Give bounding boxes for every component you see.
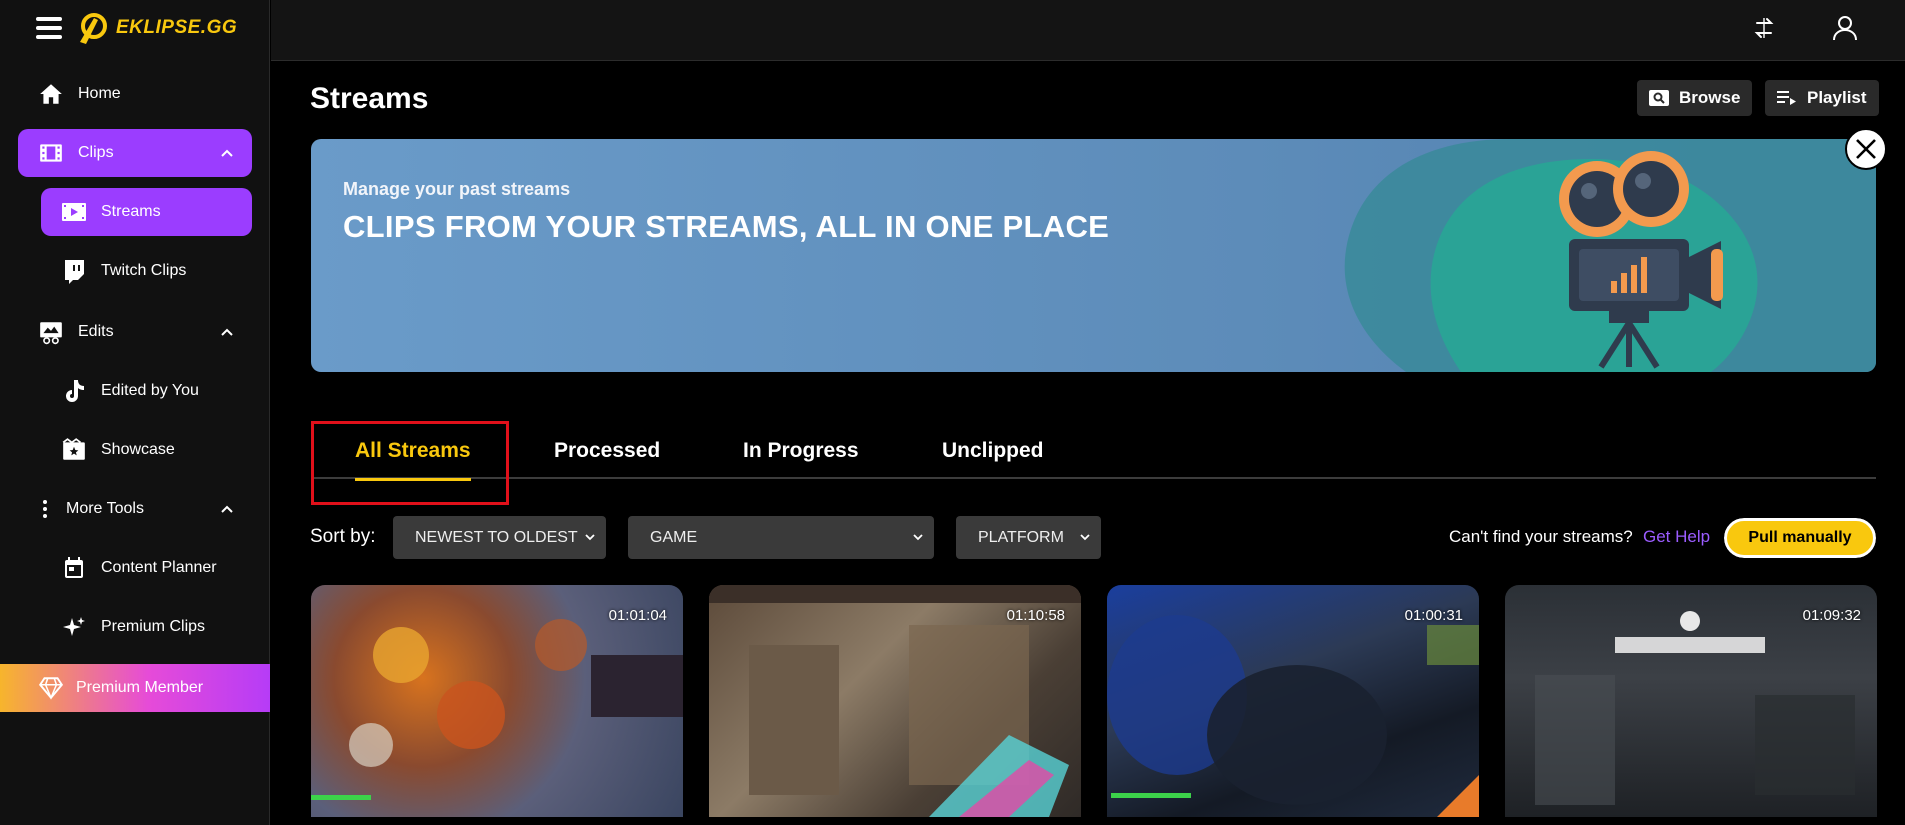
sort-order-value: NEWEST TO OLDEST xyxy=(415,528,578,546)
twitch-icon xyxy=(61,258,87,284)
sidebar-item-edited-by-you[interactable]: Edited by You xyxy=(41,367,252,415)
video-icon xyxy=(61,199,87,225)
sidebar: EKLIPSE.GG Home Clips Streams Twitch Cli… xyxy=(0,0,270,825)
chevron-up-icon[interactable] xyxy=(220,502,234,516)
close-banner-button[interactable] xyxy=(1845,128,1887,170)
more-vertical-icon xyxy=(38,496,52,522)
film-icon xyxy=(38,140,64,166)
sidebar-item-label: Premium Clips xyxy=(101,618,206,635)
sidebar-item-label: Edited by You xyxy=(101,382,199,399)
showcase-icon xyxy=(61,437,87,463)
stream-duration: 01:00:31 xyxy=(1404,607,1463,624)
sidebar-item-label: Edits xyxy=(78,323,114,340)
sidebar-item-label: Showcase xyxy=(101,441,175,458)
home-icon xyxy=(38,81,64,107)
browse-label: Browse xyxy=(1679,88,1741,107)
tab-in-progress[interactable]: In Progress xyxy=(743,422,859,479)
sidebar-item-label: Twitch Clips xyxy=(101,262,187,279)
premium-member-label: Premium Member xyxy=(76,679,204,696)
sidebar-item-twitch-clips[interactable]: Twitch Clips xyxy=(41,247,252,295)
stream-tabs: All Streams Processed In Progress Unclip… xyxy=(311,422,1876,481)
sidebar-item-edits[interactable]: Edits xyxy=(18,308,252,356)
game-value: GAME xyxy=(650,528,698,546)
logo-text: EKLIPSE.GG xyxy=(116,17,238,38)
help-text: Can't find your streams? xyxy=(1449,527,1633,546)
tiktok-icon xyxy=(61,378,87,404)
top-bar xyxy=(271,0,1905,61)
get-help-link[interactable]: Get Help xyxy=(1643,527,1710,547)
calendar-icon xyxy=(61,555,87,581)
sidebar-item-label: More Tools xyxy=(66,500,144,517)
tab-unclipped[interactable]: Unclipped xyxy=(942,422,1044,479)
tab-label: In Progress xyxy=(743,438,859,462)
sidebar-item-content-planner[interactable]: Content Planner xyxy=(41,544,252,592)
chevron-down-icon xyxy=(913,534,923,541)
chevron-up-icon[interactable] xyxy=(220,325,234,339)
stream-card[interactable]: 01:01:04 xyxy=(311,585,683,817)
sidebar-item-clips[interactable]: Clips xyxy=(18,129,252,177)
tab-label: Processed xyxy=(554,438,661,462)
pull-manually-button[interactable]: Pull manually xyxy=(1722,516,1878,560)
edit-icon xyxy=(38,319,64,345)
chevron-down-icon xyxy=(585,534,595,541)
browse-button[interactable]: Browse xyxy=(1637,80,1753,116)
search-icon xyxy=(1649,90,1669,106)
sidebar-item-label: Content Planner xyxy=(101,559,217,576)
logo-icon xyxy=(80,13,107,44)
stream-card[interactable]: 01:10:58 xyxy=(709,585,1081,817)
sidebar-item-showcase[interactable]: Showcase xyxy=(41,426,252,474)
banner-subtitle: Manage your past streams xyxy=(343,179,571,199)
platform-dropdown[interactable]: PLATFORM xyxy=(956,516,1101,559)
game-dropdown[interactable]: GAME xyxy=(628,516,934,559)
switch-account-icon[interactable] xyxy=(1749,13,1779,43)
playlist-button[interactable]: Playlist xyxy=(1765,80,1879,116)
selection-highlight-box xyxy=(311,421,509,505)
sort-order-dropdown[interactable]: NEWEST TO OLDEST xyxy=(393,516,606,559)
chevron-down-icon xyxy=(1080,534,1090,541)
stream-duration: 01:09:32 xyxy=(1802,607,1861,624)
banner-title: CLIPS FROM YOUR STREAMS, ALL IN ONE PLAC… xyxy=(343,209,1110,244)
sidebar-item-label: Home xyxy=(78,85,121,102)
sort-label: Sort by: xyxy=(310,526,376,547)
sidebar-item-home[interactable]: Home xyxy=(18,70,252,118)
stream-card[interactable]: 01:00:31 xyxy=(1107,585,1479,817)
close-icon xyxy=(1856,139,1876,159)
sidebar-item-label: Clips xyxy=(78,144,114,161)
playlist-icon xyxy=(1777,91,1796,105)
video-camera-icon xyxy=(1559,151,1723,369)
hamburger-menu-icon[interactable] xyxy=(36,17,62,39)
tab-label: Unclipped xyxy=(942,438,1044,462)
premium-member-button[interactable]: Premium Member xyxy=(0,664,270,712)
playlist-label: Playlist xyxy=(1807,88,1867,107)
user-profile-icon[interactable] xyxy=(1830,13,1860,43)
chevron-up-icon[interactable] xyxy=(220,146,234,160)
sidebar-item-premium-clips[interactable]: Premium Clips xyxy=(41,603,252,651)
sidebar-item-more-tools[interactable]: More Tools xyxy=(18,485,252,533)
sidebar-header: EKLIPSE.GG xyxy=(0,0,269,56)
stream-duration: 01:01:04 xyxy=(608,607,667,624)
page-title: Streams xyxy=(310,82,429,115)
sidebar-item-label: Streams xyxy=(101,203,161,220)
stream-duration: 01:10:58 xyxy=(1006,607,1065,624)
sidebar-item-streams[interactable]: Streams xyxy=(41,188,252,236)
diamond-icon xyxy=(38,677,64,700)
stream-card[interactable]: 01:09:32 xyxy=(1505,585,1877,817)
platform-value: PLATFORM xyxy=(978,528,1064,546)
tab-processed[interactable]: Processed xyxy=(554,422,660,479)
sparkle-icon xyxy=(61,614,87,640)
promo-banner: Manage your past streams CLIPS FROM YOUR… xyxy=(311,139,1876,372)
